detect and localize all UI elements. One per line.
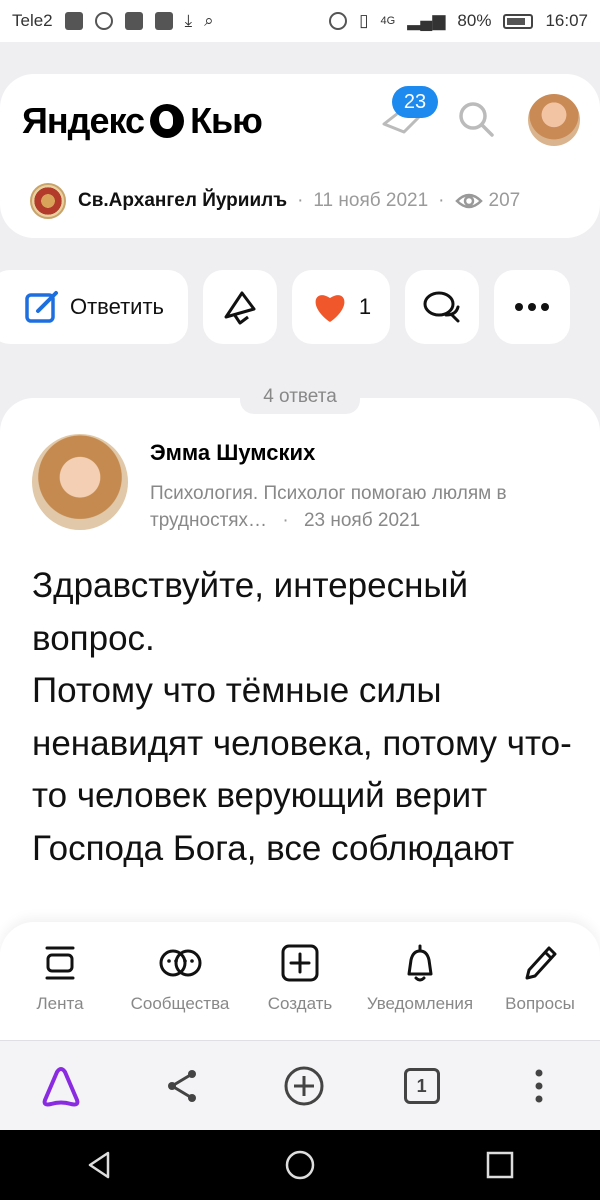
logo-text-left: Яндекс bbox=[22, 100, 145, 141]
question-author-avatar[interactable] bbox=[30, 183, 66, 219]
back-icon[interactable] bbox=[84, 1149, 116, 1181]
separator-dot: · bbox=[438, 190, 445, 211]
more-dots-icon bbox=[515, 303, 549, 311]
network-label: 4G bbox=[380, 15, 396, 27]
answer-author-avatar[interactable] bbox=[32, 434, 128, 530]
answer-date: 23 нояб 2021 bbox=[303, 510, 421, 531]
bell-icon bbox=[407, 944, 433, 982]
vibrate-icon: ▯ bbox=[359, 11, 369, 30]
pencil-icon bbox=[525, 946, 557, 980]
more-button[interactable] bbox=[494, 270, 570, 344]
question-meta: Св.Архангел Йуриилъ · 11 нояб 2021 · 207 bbox=[0, 164, 600, 238]
eye-icon bbox=[454, 193, 483, 209]
app-notification-icon bbox=[124, 12, 143, 30]
browser-toolbar: 1 bbox=[0, 1040, 600, 1130]
answer-author-description: Психология. Психолог помогаю люлям в тру… bbox=[150, 480, 570, 534]
download-icon: ⤓ bbox=[184, 11, 193, 30]
likes-count: 1 bbox=[358, 294, 372, 319]
repost-button[interactable] bbox=[203, 270, 277, 344]
answers-count: 4 ответа bbox=[240, 380, 360, 414]
nav-create[interactable]: Создать bbox=[240, 942, 360, 1040]
system-navigation-bar bbox=[0, 1130, 600, 1200]
comments-icon bbox=[423, 291, 460, 323]
answer-text[interactable]: Здравствуйте, интересный вопрос. Потому … bbox=[32, 560, 577, 875]
new-tab-icon[interactable] bbox=[282, 1064, 326, 1108]
answer-button[interactable]: Ответить bbox=[0, 270, 188, 344]
heart-icon bbox=[315, 295, 345, 322]
separator-dot: · bbox=[282, 510, 289, 531]
gallery-icon bbox=[154, 12, 173, 30]
like-button[interactable]: 1 bbox=[292, 270, 390, 344]
carrier-label: Tele2 bbox=[12, 11, 53, 30]
browser-menu-icon[interactable] bbox=[517, 1064, 561, 1108]
hotspot-icon bbox=[94, 12, 113, 30]
question-date: 11 нояб 2021 bbox=[313, 190, 429, 211]
clock: 16:07 bbox=[545, 11, 588, 30]
signal-icon: ▂▄▆ bbox=[407, 11, 446, 30]
comments-button[interactable] bbox=[405, 270, 479, 344]
nav-notifications-label: Уведомления bbox=[366, 994, 474, 1013]
bottom-navigation: Лента Сообщества Создать Уведомления Воп… bbox=[0, 922, 600, 1040]
battery-icon bbox=[503, 13, 534, 29]
question-author-name[interactable]: Св.Архангел Йуриилъ bbox=[78, 190, 287, 212]
yandex-q-logo[interactable]: Яндекс Кью bbox=[22, 100, 263, 142]
nav-questions[interactable]: Вопросы bbox=[480, 942, 600, 1040]
nav-feed-label: Лента bbox=[36, 994, 84, 1013]
logo-mark-icon bbox=[150, 104, 185, 138]
home-icon[interactable] bbox=[284, 1149, 316, 1181]
search-icon[interactable] bbox=[456, 99, 496, 139]
create-icon bbox=[281, 944, 319, 982]
nav-create-label: Создать bbox=[267, 994, 333, 1013]
answer-button-label: Ответить bbox=[69, 294, 165, 319]
share-icon[interactable] bbox=[160, 1064, 204, 1108]
recents-icon[interactable] bbox=[484, 1149, 516, 1181]
views-count: 207 bbox=[488, 190, 521, 211]
nav-questions-label: Вопросы bbox=[505, 994, 575, 1013]
communities-icon bbox=[159, 949, 202, 977]
feed-icon bbox=[45, 946, 75, 980]
battery-percent: 80% bbox=[457, 11, 492, 30]
logo-text-right: Кью bbox=[190, 100, 263, 141]
nav-communities[interactable]: Сообщества bbox=[120, 942, 240, 1040]
nav-communities-label: Сообщества bbox=[130, 994, 230, 1013]
edit-icon bbox=[25, 291, 58, 323]
megaphone-icon bbox=[224, 291, 256, 325]
notifications-badge[interactable]: 23 bbox=[392, 86, 438, 118]
data-saver-icon bbox=[329, 12, 348, 30]
app-header: Яндекс Кью bbox=[0, 74, 600, 164]
user-avatar[interactable] bbox=[528, 94, 580, 146]
separator-dot: · bbox=[297, 190, 304, 211]
tabs-count-button[interactable]: 1 bbox=[403, 1067, 440, 1104]
status-bar: Tele2 ⤓ ⌕ ▯ 4G ▂▄▆ 80% 16:07 bbox=[0, 0, 600, 42]
nav-notifications[interactable]: Уведомления bbox=[360, 942, 480, 1040]
answer-author-name[interactable]: Эмма Шумских bbox=[150, 440, 315, 466]
nav-feed[interactable]: Лента bbox=[0, 942, 120, 1040]
search-notification-icon: ⌕ bbox=[204, 11, 214, 30]
alice-icon[interactable] bbox=[39, 1064, 83, 1108]
sim-card-icon bbox=[64, 12, 83, 30]
